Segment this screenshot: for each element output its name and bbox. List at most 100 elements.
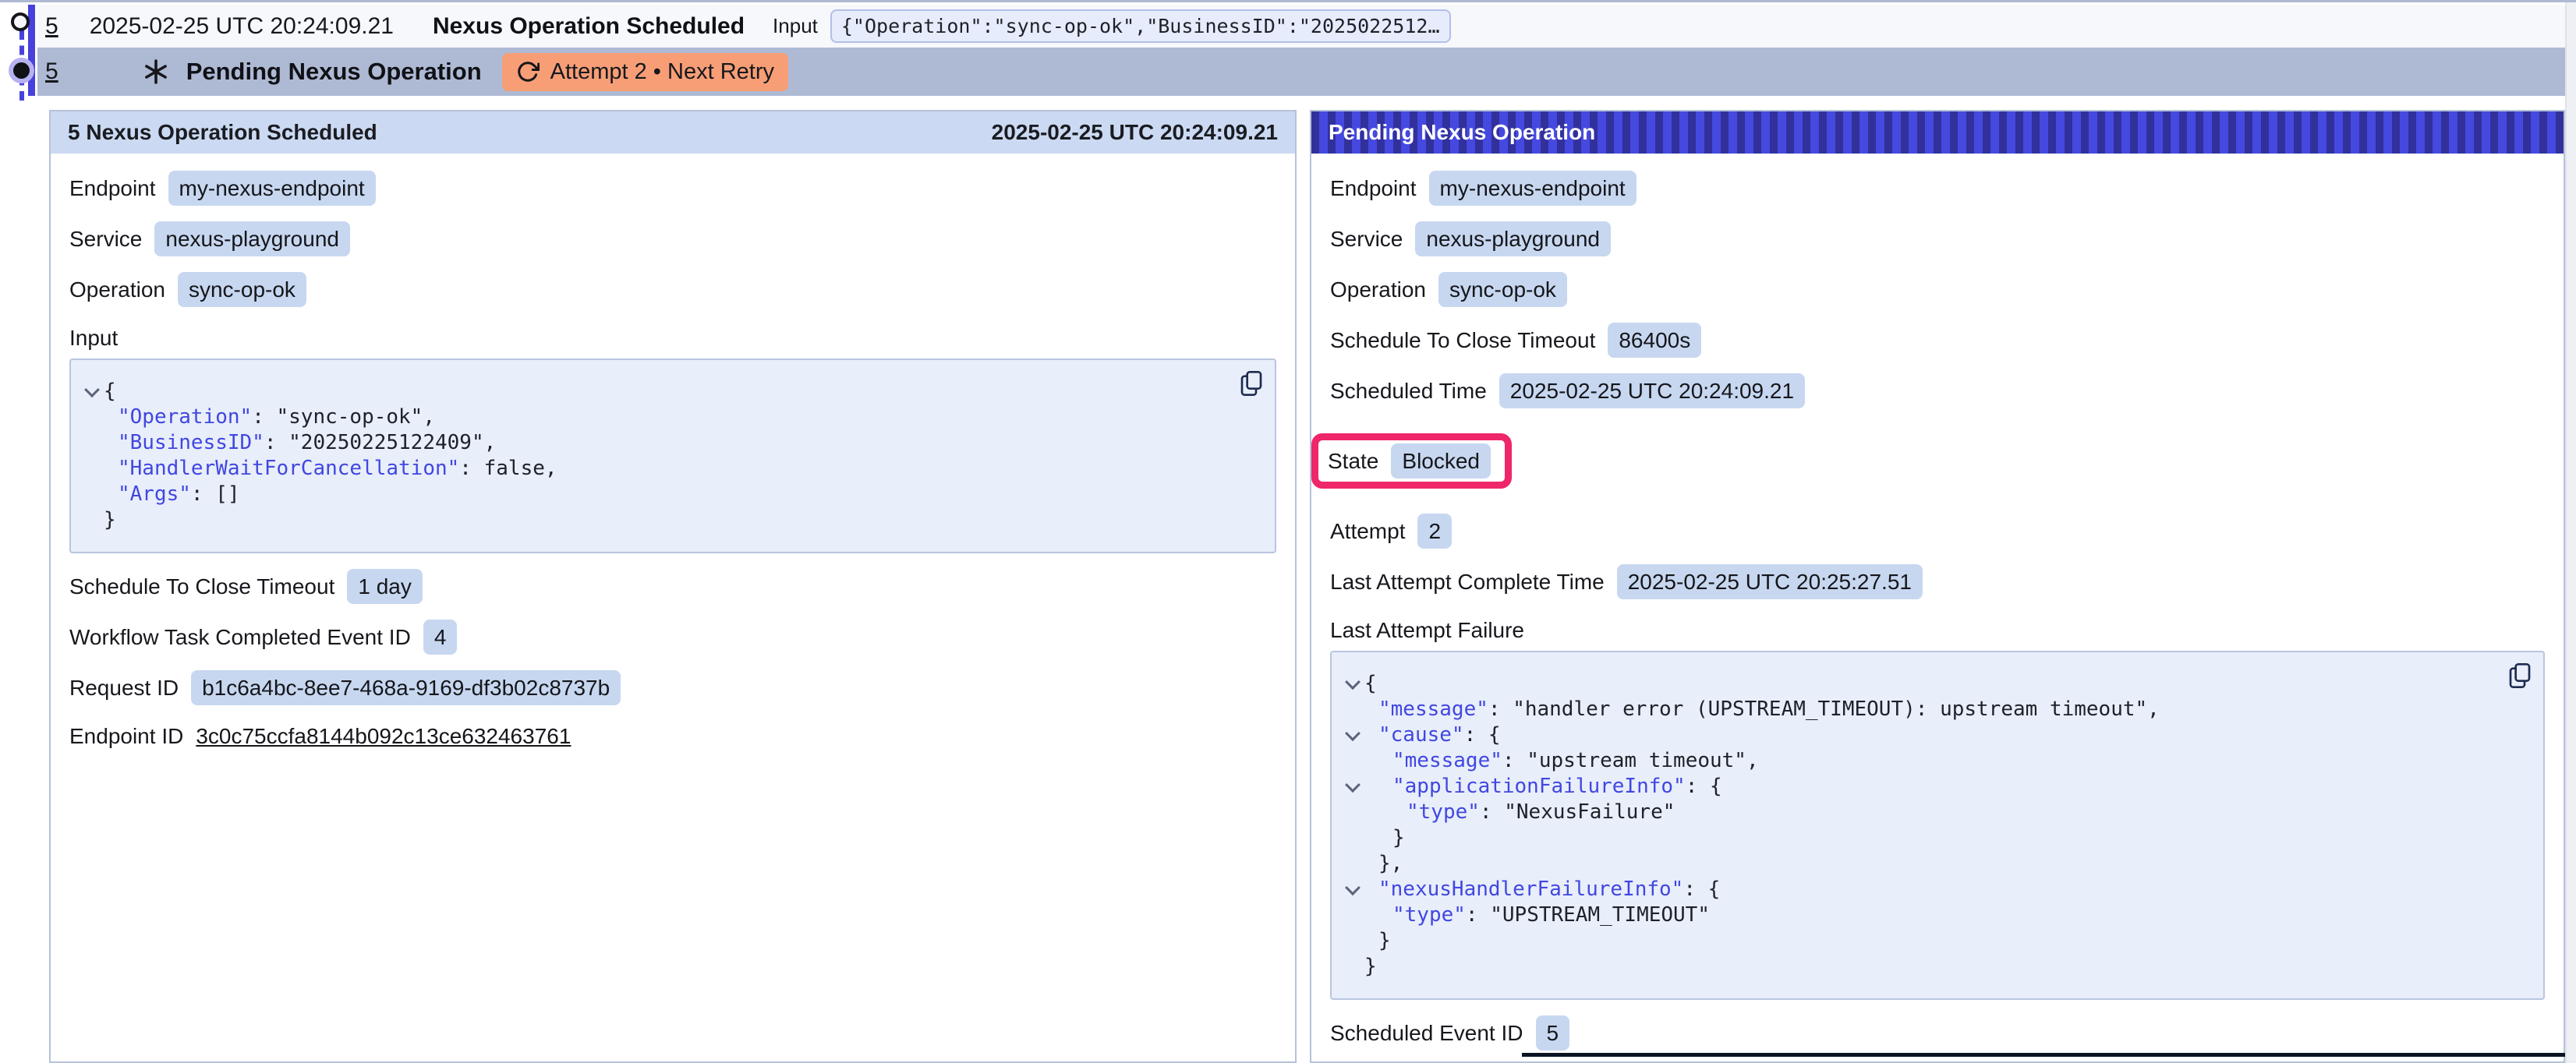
collapse-chevron-icon[interactable] bbox=[1345, 674, 1361, 690]
field-schedule-to-close-timeout: Schedule To Close Timeout 1 day bbox=[69, 569, 1276, 604]
field-value-badge: nexus-playground bbox=[154, 221, 350, 256]
json-line: { bbox=[80, 379, 1259, 404]
field-label: State bbox=[1328, 449, 1378, 474]
field-label: Operation bbox=[69, 277, 165, 302]
event-input-label: Input bbox=[773, 14, 818, 38]
last-attempt-failure-label: Last Attempt Failure bbox=[1330, 618, 2545, 643]
attempt-badge-label: Attempt 2 • Next Retry bbox=[550, 59, 774, 85]
left-panel-header: 5 Nexus Operation Scheduled 2025-02-25 U… bbox=[51, 111, 1295, 154]
field-scheduled-event-id: Scheduled Event ID 5 bbox=[1330, 1015, 2545, 1051]
field-label: Last Attempt Complete Time bbox=[1330, 570, 1605, 595]
panel-nexus-operation-scheduled: 5 Nexus Operation Scheduled 2025-02-25 U… bbox=[49, 110, 1297, 1063]
asterisk-icon bbox=[143, 58, 169, 85]
field-service: Service nexus-playground bbox=[1330, 221, 2545, 256]
input-json-viewer: {"Operation": "sync-op-ok","BusinessID":… bbox=[69, 358, 1276, 553]
right-panel-header: Pending Nexus Operation bbox=[1311, 111, 2564, 154]
json-line: "BusinessID": "20250225122409", bbox=[80, 430, 1259, 456]
field-service: Service nexus-playground bbox=[69, 221, 1276, 256]
field-label: Schedule To Close Timeout bbox=[1330, 328, 1595, 353]
input-json-label: Input bbox=[69, 326, 1276, 351]
field-operation: Operation sync-op-ok bbox=[69, 272, 1276, 307]
copy-icon[interactable] bbox=[2507, 662, 2532, 692]
json-line: "Operation": "sync-op-ok", bbox=[80, 404, 1259, 430]
collapse-chevron-icon[interactable] bbox=[1345, 777, 1361, 793]
field-attempt: Attempt 2 bbox=[1330, 514, 2545, 549]
json-line: } bbox=[1341, 954, 2528, 980]
collapse-chevron-icon[interactable] bbox=[1345, 726, 1361, 741]
field-label: Endpoint bbox=[1330, 176, 1417, 201]
json-line: "type": "UPSTREAM_TIMEOUT" bbox=[1341, 902, 2528, 928]
json-line: "nexusHandlerFailureInfo": { bbox=[1341, 877, 2528, 902]
field-value-badge: my-nexus-endpoint bbox=[168, 171, 376, 206]
temporal-event-history-screen: 5 2025-02-25 UTC 20:24:09.21 Nexus Opera… bbox=[0, 0, 2576, 1063]
field-value-badge: sync-op-ok bbox=[1438, 272, 1567, 307]
field-value-badge: 2025-02-25 UTC 20:24:09.21 bbox=[1499, 373, 1805, 408]
copy-icon[interactable] bbox=[1239, 369, 1264, 400]
endpoint-id-link[interactable]: 3c0c75ccfa8144b092c13ce632463761 bbox=[196, 724, 571, 749]
pending-event-title: Pending Nexus Operation bbox=[186, 58, 482, 86]
json-line: "message": "handler error (UPSTREAM_TIME… bbox=[1341, 697, 2528, 722]
field-last-attempt-complete-time: Last Attempt Complete Time 2025-02-25 UT… bbox=[1330, 564, 2545, 599]
event-id-link[interactable]: 5 bbox=[45, 13, 58, 40]
annotation-highlight-state: State Blocked bbox=[1311, 433, 1512, 489]
json-line: "applicationFailureInfo": { bbox=[1341, 774, 2528, 800]
scrollbar[interactable] bbox=[2565, 2, 2576, 1063]
field-value-badge: 2025-02-25 UTC 20:25:27.51 bbox=[1617, 564, 1923, 599]
json-code: {"message": "handler error (UPSTREAM_TIM… bbox=[1341, 671, 2528, 980]
field-value-badge: my-nexus-endpoint bbox=[1429, 171, 1637, 206]
failure-json-viewer: {"message": "handler error (UPSTREAM_TIM… bbox=[1330, 651, 2545, 1000]
field-label: Schedule To Close Timeout bbox=[69, 574, 334, 599]
json-line: { bbox=[1341, 671, 2528, 697]
json-code: {"Operation": "sync-op-ok","BusinessID":… bbox=[80, 379, 1259, 533]
field-value-badge: 86400s bbox=[1608, 323, 1701, 358]
field-label: Workflow Task Completed Event ID bbox=[69, 625, 411, 650]
collapse-chevron-icon[interactable] bbox=[1345, 880, 1361, 895]
event-row-nexus-operation-scheduled[interactable]: 5 2025-02-25 UTC 20:24:09.21 Nexus Opera… bbox=[37, 5, 2565, 48]
json-line: } bbox=[1341, 825, 2528, 851]
timeline-open-dot-icon bbox=[11, 12, 30, 31]
field-endpoint: Endpoint my-nexus-endpoint bbox=[1330, 171, 2545, 206]
field-endpoint: Endpoint my-nexus-endpoint bbox=[69, 171, 1276, 206]
left-panel-body: Endpoint my-nexus-endpoint Service nexus… bbox=[51, 154, 1295, 752]
field-value-badge: b1c6a4bc-8ee7-468a-9169-df3b02c8737b bbox=[191, 670, 621, 705]
event-row-pending-nexus-operation[interactable]: 5 Pending Nexus Operation Attempt 2 • Ne… bbox=[37, 48, 2565, 96]
json-line: "message": "upstream timeout", bbox=[1341, 748, 2528, 774]
field-label: Operation bbox=[1330, 277, 1426, 302]
attempt-retry-badge: Attempt 2 • Next Retry bbox=[502, 53, 788, 91]
json-line: }, bbox=[1341, 851, 2528, 877]
field-schedule-to-close-timeout: Schedule To Close Timeout 86400s bbox=[1330, 323, 2545, 358]
json-line: "type": "NexusFailure" bbox=[1341, 800, 2528, 825]
json-line: "Args": [] bbox=[80, 482, 1259, 507]
field-scheduled-time: Scheduled Time 2025-02-25 UTC 20:24:09.2… bbox=[1330, 373, 2545, 408]
field-workflow-task-completed-event-id: Workflow Task Completed Event ID 4 bbox=[69, 620, 1276, 655]
field-label: Scheduled Event ID bbox=[1330, 1021, 1523, 1046]
field-value-badge: 1 day bbox=[347, 569, 423, 604]
field-value-badge: sync-op-ok bbox=[178, 272, 306, 307]
field-label: Attempt bbox=[1330, 519, 1405, 544]
field-label: Endpoint bbox=[69, 176, 156, 201]
state-badge: Blocked bbox=[1391, 443, 1491, 479]
field-label: Service bbox=[69, 227, 142, 252]
collapse-chevron-icon[interactable] bbox=[84, 382, 100, 397]
left-panel-title: 5 Nexus Operation Scheduled bbox=[68, 120, 377, 145]
field-operation: Operation sync-op-ok bbox=[1330, 272, 2545, 307]
json-line: "cause": { bbox=[1341, 722, 2528, 748]
field-request-id: Request ID b1c6a4bc-8ee7-468a-9169-df3b0… bbox=[69, 670, 1276, 705]
event-title: Nexus Operation Scheduled bbox=[433, 13, 745, 40]
json-line: } bbox=[1341, 928, 2528, 954]
timeline-filled-dot-icon bbox=[13, 62, 30, 79]
right-panel-title: Pending Nexus Operation bbox=[1329, 120, 1595, 145]
field-value-badge: 5 bbox=[1536, 1015, 1570, 1051]
bottom-divider bbox=[1522, 1053, 2565, 1057]
event-input-preview-chip[interactable]: {"Operation":"sync-op-ok","BusinessID":"… bbox=[830, 9, 1451, 43]
field-endpoint-id: Endpoint ID 3c0c75ccfa8144b092c13ce63246… bbox=[69, 721, 1276, 752]
pending-event-id-link[interactable]: 5 bbox=[45, 58, 58, 85]
field-value-badge: 2 bbox=[1417, 514, 1452, 549]
field-value-badge: 4 bbox=[423, 620, 458, 655]
json-line: "HandlerWaitForCancellation": false, bbox=[80, 456, 1259, 482]
retry-icon bbox=[516, 60, 540, 83]
right-panel-body: Endpoint my-nexus-endpoint Service nexus… bbox=[1311, 154, 2564, 1063]
panel-pending-nexus-operation: Pending Nexus Operation Endpoint my-nexu… bbox=[1310, 110, 2565, 1063]
field-state: State Blocked bbox=[1328, 443, 1491, 479]
field-label: Endpoint ID bbox=[69, 724, 183, 749]
